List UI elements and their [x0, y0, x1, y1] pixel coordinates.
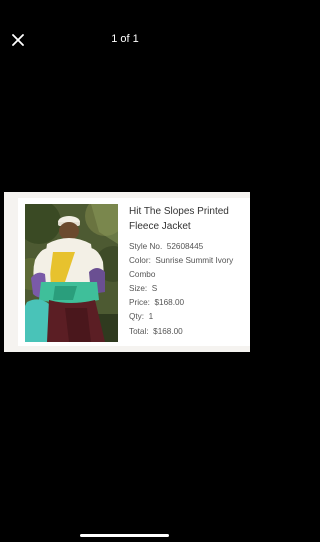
total-value: $168.00 [153, 326, 183, 336]
price-row: Price: $168.00 [129, 296, 247, 310]
viewer-top-bar: 1 of 1 [0, 0, 250, 80]
order-item-card: Hit The Slopes Printed Fleece Jacket Sty… [4, 192, 250, 352]
color-label: Color: [129, 256, 151, 266]
product-name: Hit The Slopes Printed Fleece Jacket [129, 206, 229, 232]
qty-row: Qty: 1 [129, 310, 247, 324]
price-value: $168.00 [154, 298, 185, 308]
total-label: Total: [129, 326, 149, 336]
price-label: Price: [129, 298, 150, 308]
style-row: Style No. 52608445 [129, 240, 247, 254]
color-row: Color: Sunrise Summit Ivory Combo [129, 254, 247, 282]
qty-value: 1 [148, 312, 154, 322]
size-row: Size: S [129, 282, 247, 296]
qty-label: Qty: [129, 312, 145, 322]
size-value: S [151, 284, 158, 294]
size-label: Size: [129, 284, 148, 294]
home-indicator[interactable] [80, 534, 169, 537]
product-image [25, 204, 118, 342]
image-viewer[interactable]: Hit The Slopes Printed Fleece Jacket Sty… [0, 80, 250, 520]
product-details: Hit The Slopes Printed Fleece Jacket Sty… [129, 204, 247, 339]
order-item-card-inner: Hit The Slopes Printed Fleece Jacket Sty… [18, 198, 250, 346]
style-value: 52608445 [166, 242, 204, 251]
style-label: Style No. [129, 242, 163, 251]
total-row: Total: $168.00 [129, 325, 247, 339]
image-counter: 1 of 1 [111, 33, 139, 45]
